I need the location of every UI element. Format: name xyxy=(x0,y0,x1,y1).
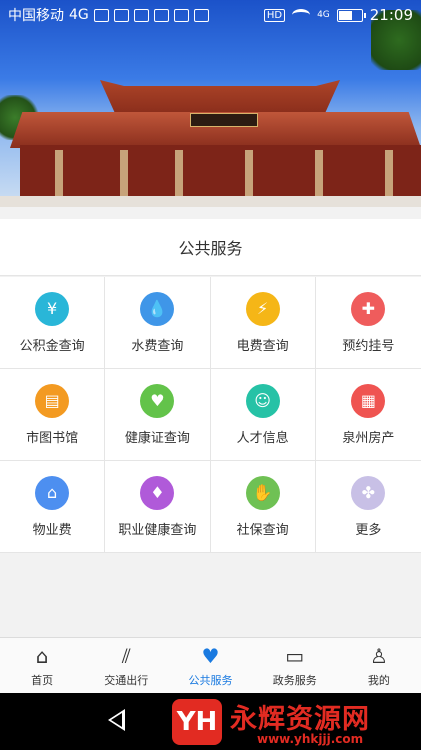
service-item[interactable]: ▤ 市图书馆 xyxy=(0,369,106,461)
service-label: 社保查询 xyxy=(236,522,289,538)
watermark-logo: YH xyxy=(172,699,222,745)
book-icon: ▤ xyxy=(35,383,70,418)
house-yen-icon: ¥ xyxy=(35,291,70,326)
ground xyxy=(0,196,421,207)
tab-label: 交通出行 xyxy=(104,673,149,687)
service-label: 更多 xyxy=(355,522,382,538)
bottom-tab-bar: ⌂ 首页 ⫽ 交通出行 ♥ 公共服务 ▭ 政务服务 ♙ 我的 xyxy=(0,637,421,693)
tab-label: 公共服务 xyxy=(188,673,233,687)
hd-badge: HD xyxy=(263,8,286,22)
wechat-icon xyxy=(193,8,209,22)
image-icon xyxy=(113,8,129,22)
temple-column xyxy=(385,150,393,198)
service-label: 预约挂号 xyxy=(342,338,395,354)
signal-label: 4G xyxy=(317,10,330,20)
more-icon: ✤ xyxy=(351,475,386,510)
service-label: 物业费 xyxy=(32,522,72,538)
service-label: 泉州房产 xyxy=(342,430,395,446)
wechat-icon xyxy=(93,8,109,22)
watermark: YH 永辉资源网 www.yhkjjj.com xyxy=(172,697,421,750)
water-drop-icon: 💧 xyxy=(140,291,175,326)
tab-item[interactable]: ♙ 我的 xyxy=(337,638,421,693)
watermark-url: www.yhkjjj.com xyxy=(257,732,364,746)
message-icon xyxy=(173,8,189,22)
tab-item[interactable]: ♥ 公共服务 xyxy=(168,638,252,693)
status-bar: 中国移动 4G HD 4G 21:09 xyxy=(0,0,421,30)
tab-item[interactable]: ⫽ 交通出行 xyxy=(84,638,168,693)
lightning-icon: ⚡ xyxy=(245,291,280,326)
tie-icon: ♦ xyxy=(140,475,175,510)
tab-label: 我的 xyxy=(367,673,390,687)
back-icon[interactable] xyxy=(108,709,125,731)
service-label: 公积金查询 xyxy=(19,338,85,354)
service-item[interactable]: ♥ 健康证查询 xyxy=(105,369,211,461)
tab-label: 政务服务 xyxy=(272,673,317,687)
keyboard-icon xyxy=(133,8,149,22)
service-label: 市图书馆 xyxy=(26,430,79,446)
carrier-label: 中国移动 xyxy=(8,8,64,24)
tab-label: 首页 xyxy=(31,673,54,687)
banner-image[interactable]: 中国移动 4G HD 4G 21:09 xyxy=(0,0,421,207)
temple-column xyxy=(245,150,253,198)
service-item[interactable]: ¥ 公积金查询 xyxy=(0,277,106,369)
service-item[interactable]: ✚ 预约挂号 xyxy=(315,277,421,369)
app-screen: 中国移动 4G HD 4G 21:09 公共服务 ¥ 公积金查询 💧 水费查询 ⚡ 电费查… xyxy=(0,0,421,750)
service-grid: ¥ 公积金查询 💧 水费查询 ⚡ 电费查询 ✚ 预约挂号 ▤ 市图书馆 ♥ 健康证查询 ☺ 人才信息 ▦ 泉州… xyxy=(0,277,421,553)
house-smile-icon: ⌂ xyxy=(35,475,70,510)
watermark-title: 永辉资源网 xyxy=(230,704,370,735)
service-item[interactable]: ♦ 职业健康查询 xyxy=(105,461,211,553)
service-label: 电费查询 xyxy=(236,338,289,354)
service-label: 人才信息 xyxy=(236,430,289,446)
road-icon: ⫽ xyxy=(121,643,131,668)
service-label: 职业健康查询 xyxy=(118,522,197,538)
service-item[interactable]: ☺ 人才信息 xyxy=(210,369,316,461)
service-item[interactable]: ⚡ 电费查询 xyxy=(210,277,316,369)
home-icon: ⌂ xyxy=(35,643,49,668)
user-icon: ♙ xyxy=(369,643,388,668)
service-item[interactable]: ✋ 社保查询 xyxy=(210,461,316,553)
hands-icon: ✋ xyxy=(245,475,280,510)
temple-column xyxy=(315,150,323,198)
temple-hall xyxy=(20,145,421,197)
doctor-icon: ✚ xyxy=(351,291,386,326)
service-item[interactable]: 💧 水费查询 xyxy=(105,277,211,369)
tab-item[interactable]: ⌂ 首页 xyxy=(0,638,84,693)
tab-item[interactable]: ▭ 政务服务 xyxy=(253,638,337,693)
service-item[interactable]: ⌂ 物业费 xyxy=(0,461,106,553)
temple-column xyxy=(55,150,63,198)
temple-plaque xyxy=(190,113,258,127)
heart-icon: ♥ xyxy=(201,643,220,668)
building-icon: ▦ xyxy=(351,383,386,418)
clock: 21:09 xyxy=(369,6,413,24)
battery-icon xyxy=(336,8,366,22)
temple-upper-roof xyxy=(100,80,340,112)
service-item[interactable]: ▦ 泉州房产 xyxy=(315,369,421,461)
temple-column xyxy=(120,150,128,198)
section-title: 公共服务 xyxy=(0,219,421,276)
people-icon: ☺ xyxy=(245,383,280,418)
huawei-icon xyxy=(153,8,169,22)
monitor-icon: ▭ xyxy=(285,643,305,668)
service-label: 健康证查询 xyxy=(124,430,190,446)
service-item[interactable]: ✤ 更多 xyxy=(315,461,421,553)
temple-column xyxy=(175,150,183,198)
heartbeat-icon: ♥ xyxy=(140,383,175,418)
service-label: 水费查询 xyxy=(131,338,184,354)
network-label: 4G xyxy=(69,7,89,23)
wifi-icon xyxy=(292,9,311,21)
